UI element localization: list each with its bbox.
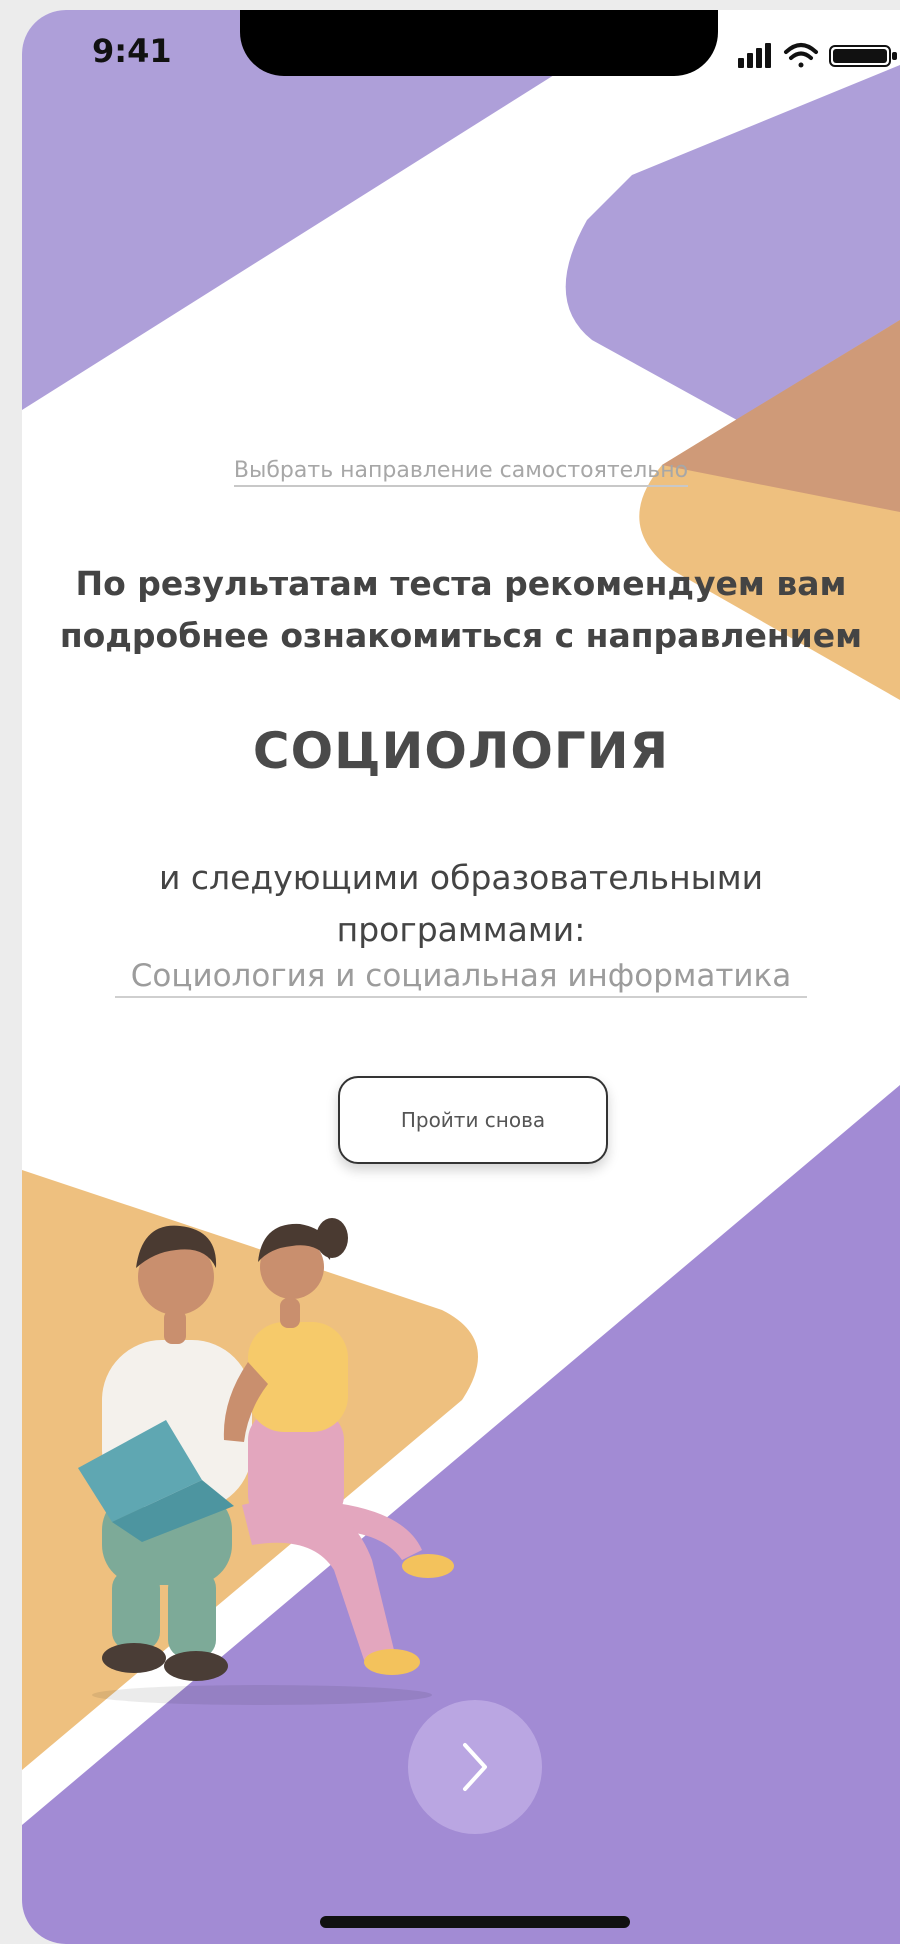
program-link-text: Социология и социальная информатика — [114, 958, 808, 998]
phone-screen: 9:41 Выбрать направление самостоятельно … — [22, 10, 900, 1944]
self-select-link[interactable]: Выбрать направление самостоятельно — [22, 458, 900, 487]
chevron-right-icon — [463, 1743, 487, 1791]
home-indicator — [320, 1916, 630, 1928]
self-select-link-text: Выбрать направление самостоятельно — [233, 458, 689, 487]
program-link[interactable]: Социология и социальная информатика — [22, 958, 900, 998]
device-notch — [240, 10, 718, 76]
wifi-icon — [784, 43, 818, 68]
recommendation-text: По результатам теста рекомендуем вам под… — [22, 558, 900, 662]
recommendation-line-1: По результатам теста рекомендуем вам — [75, 564, 847, 603]
next-button[interactable] — [408, 1700, 542, 1834]
students-illustration — [78, 1218, 454, 1705]
programs-intro-line-2: программами: — [336, 910, 586, 949]
battery-icon — [829, 45, 897, 67]
direction-title: СОЦИОЛОГИЯ — [252, 722, 670, 780]
status-time: 9:41 — [92, 32, 172, 70]
programs-intro-line-1: и следующими образовательными — [158, 858, 764, 897]
signal-icon — [738, 43, 771, 68]
programs-intro: и следующими образовательными программам… — [22, 852, 900, 956]
recommendation-line-2: подробнее ознакомиться с направлением — [59, 616, 863, 655]
status-icons — [738, 43, 897, 68]
